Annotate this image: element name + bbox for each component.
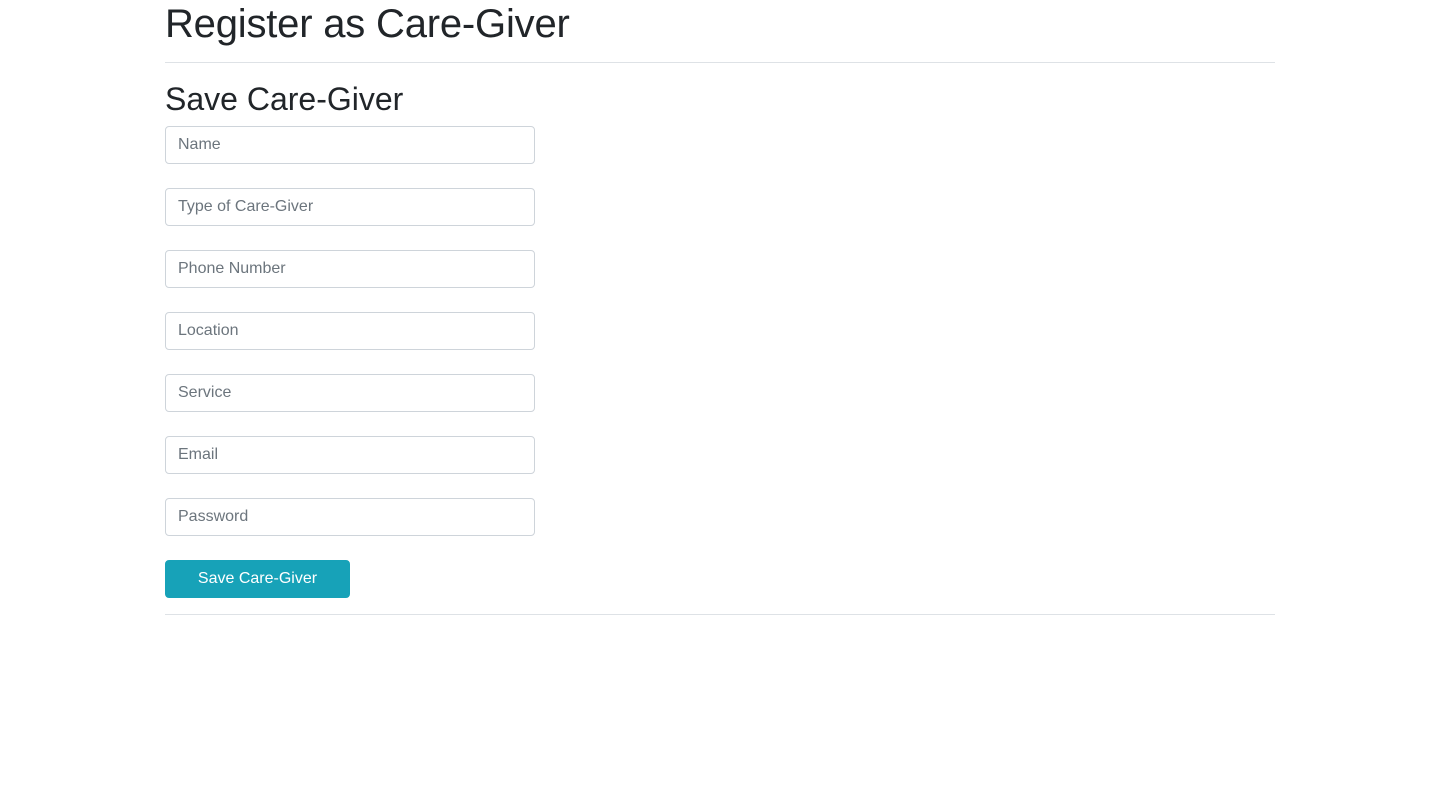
care-giver-form: Save Care-Giver — [165, 126, 535, 598]
password-field[interactable] — [165, 498, 535, 536]
page-container: Register as Care-Giver Save Care-Giver S… — [165, 0, 1275, 615]
save-care-giver-button[interactable]: Save Care-Giver — [165, 560, 350, 598]
name-field[interactable] — [165, 126, 535, 164]
email-field[interactable] — [165, 436, 535, 474]
service-field[interactable] — [165, 374, 535, 412]
type-of-care-giver-field[interactable] — [165, 188, 535, 226]
page-title: Register as Care-Giver — [165, 2, 570, 46]
phone-number-field[interactable] — [165, 250, 535, 288]
bottom-divider — [165, 614, 1275, 615]
form-heading: Save Care-Giver — [165, 81, 404, 117]
location-field[interactable] — [165, 312, 535, 350]
